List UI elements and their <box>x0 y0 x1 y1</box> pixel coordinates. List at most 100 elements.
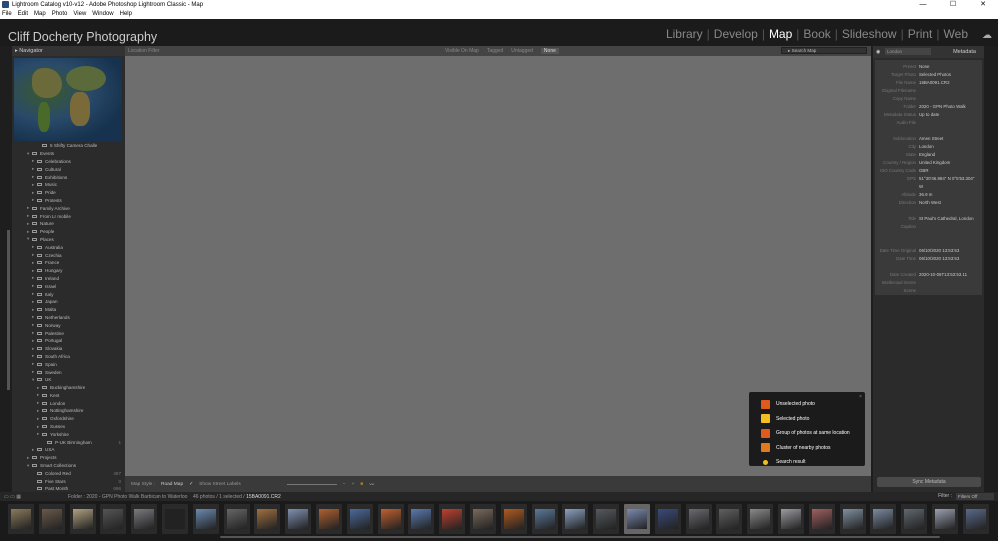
collection-item[interactable]: ▸ Spain <box>12 360 125 368</box>
filmstrip-thumbnail[interactable] <box>69 504 96 534</box>
module-print[interactable]: Print <box>908 27 933 41</box>
collection-item[interactable]: ▸ South Africa <box>12 353 125 361</box>
collection-item[interactable]: ▸ Kent <box>12 392 125 400</box>
menu-edit[interactable]: Edit <box>18 11 28 17</box>
metadata-value[interactable]: W <box>919 184 923 189</box>
metadata-header[interactable]: ◉ London Metadata <box>873 46 984 58</box>
filmstrip-thumbnail[interactable] <box>778 504 804 534</box>
filmstrip-thumbnail[interactable] <box>8 504 34 534</box>
filmstrip-thumbnail[interactable] <box>500 504 527 534</box>
close-button[interactable]: ✕ <box>968 0 998 9</box>
collection-item[interactable]: 5 Shifty Camera Challe <box>12 142 125 150</box>
metadata-value[interactable]: England <box>919 152 935 157</box>
collection-item[interactable]: ▸ Ireland <box>12 275 125 283</box>
filter-tagged[interactable]: Tagged <box>487 48 503 54</box>
filmstrip-thumbnail[interactable] <box>685 504 712 534</box>
collection-item[interactable]: ▸ Sussex <box>12 423 125 431</box>
maximize-button[interactable]: ☐ <box>938 0 968 9</box>
collection-item[interactable]: Past Month 696 <box>12 485 125 492</box>
collection-item[interactable]: ▸ Pride <box>12 189 125 197</box>
metadata-value[interactable]: 2020 - GPN Photo Walk <box>919 104 966 109</box>
collection-item[interactable]: ▸ Japan <box>12 298 125 306</box>
filmstrip-thumbnail[interactable] <box>747 504 774 534</box>
collection-item[interactable]: ▸ London <box>12 399 125 407</box>
collection-item[interactable]: ▸ Cultural <box>12 165 125 173</box>
zoom-in-button[interactable]: + <box>352 482 355 487</box>
filmstrip-thumbnail[interactable] <box>254 504 281 534</box>
collection-item[interactable]: Five Stars 0 <box>12 477 125 485</box>
filmstrip-thumbnail[interactable] <box>192 504 219 534</box>
filmstrip-thumbnail[interactable] <box>38 504 65 534</box>
navigator-map[interactable] <box>14 58 122 141</box>
collection-item[interactable]: ▸ USA <box>12 446 125 454</box>
collection-item[interactable]: ▸ Malta <box>12 306 125 314</box>
menu-file[interactable]: File <box>2 11 12 17</box>
filter-untagged[interactable]: Untagged <box>511 48 533 54</box>
filmstrip-thumbnail[interactable] <box>377 504 404 534</box>
collection-item[interactable]: ▸ Protests <box>12 197 125 205</box>
collection-item[interactable]: ▾ UK <box>12 376 125 384</box>
metadata-value[interactable]: United Kingdom <box>919 160 950 165</box>
collection-item[interactable]: ▸ Yorkshire <box>12 430 125 438</box>
module-web[interactable]: Web <box>944 27 968 41</box>
filmstrip-thumbnail[interactable] <box>562 504 589 534</box>
collection-item[interactable]: P-UK Birmingham 1 <box>12 438 125 446</box>
collection-item[interactable]: ▸ Celebrations <box>12 158 125 166</box>
metadata-value[interactable]: London <box>919 144 934 149</box>
navigator-header[interactable]: ▸ Navigator <box>12 46 125 56</box>
filmstrip-thumbnail[interactable] <box>901 504 928 534</box>
metadata-value[interactable]: North West <box>919 200 941 205</box>
right-panel-scrollbar[interactable] <box>986 46 998 492</box>
metadata-value[interactable]: GBR <box>919 168 929 173</box>
lock-icon[interactable]: ■ <box>360 482 363 487</box>
filmstrip-source[interactable]: Folder : 2020 - GPN Photo Walk Barbican … <box>68 494 281 500</box>
left-panel-scrollbar[interactable] <box>7 230 10 390</box>
collection-item[interactable]: ▸ Sweden <box>12 368 125 376</box>
filmstrip-thumbnail[interactable] <box>346 504 373 534</box>
collection-item[interactable]: ▾ Places <box>12 236 125 244</box>
show-labels-checkbox[interactable]: Show Street Labels <box>199 482 241 487</box>
collection-item[interactable]: ▸ Israel <box>12 282 125 290</box>
metadata-value[interactable]: St Paul's Cathedral, London <box>919 216 974 221</box>
filmstrip-thumbnail[interactable] <box>100 504 127 534</box>
filmstrip-thumbnail[interactable] <box>470 504 496 534</box>
search-map-input[interactable]: ▸ Search Map <box>781 47 867 54</box>
filmstrip-thumbnail[interactable] <box>932 504 958 534</box>
filmstrip-thumbnail[interactable] <box>870 504 897 534</box>
filmstrip-thumbnail[interactable] <box>408 504 435 534</box>
minimize-button[interactable]: — <box>908 0 938 9</box>
filmstrip-thumbnail[interactable] <box>716 504 743 534</box>
collection-item[interactable]: ▸ Czechia <box>12 251 125 259</box>
module-map[interactable]: Map <box>769 27 792 41</box>
metadata-value[interactable]: None <box>919 64 930 69</box>
collection-item[interactable]: ▸ Italy <box>12 290 125 298</box>
filmstrip-thumbnail[interactable] <box>624 504 650 534</box>
filmstrip-thumbnail[interactable] <box>839 504 866 534</box>
collection-item[interactable]: ▾ Events <box>12 150 125 158</box>
module-library[interactable]: Library <box>666 27 703 41</box>
legend-close-icon[interactable]: × <box>859 394 862 400</box>
collection-item[interactable]: ▸ Portugal <box>12 337 125 345</box>
collection-item[interactable]: ▸ Hungary <box>12 267 125 275</box>
metadata-value[interactable]: Amen Street <box>919 136 943 141</box>
collection-item[interactable]: ▸ Norway <box>12 321 125 329</box>
collection-item[interactable]: ▸ Buckinghamshire <box>12 384 125 392</box>
sync-metadata-button[interactable]: Sync Metadata <box>877 477 981 487</box>
metadata-value[interactable]: 51°30'46.894" N 0°5'53.304" <box>919 176 974 181</box>
map-style-select[interactable]: Road Map <box>161 482 183 487</box>
metadata-value[interactable]: Up to date <box>919 112 939 117</box>
module-book[interactable]: Book <box>803 27 830 41</box>
tracklog-icon[interactable]: 〰 <box>369 481 374 488</box>
cloud-sync-icon[interactable]: ☁ <box>982 30 992 41</box>
collection-item[interactable]: ▾ Smart Collections <box>12 462 125 470</box>
collection-item[interactable]: ▸ Palestine <box>12 329 125 337</box>
filmstrip-thumbnail[interactable] <box>593 504 620 534</box>
filter-select[interactable]: Filters Off <box>956 493 994 500</box>
collection-item[interactable]: ▸ Nature <box>12 220 125 228</box>
collection-item[interactable]: ▸ Oxfordshire <box>12 415 125 423</box>
collection-item[interactable]: ▸ Exhibitions <box>12 173 125 181</box>
menu-map[interactable]: Map <box>34 11 46 17</box>
filmstrip-scrollbar[interactable] <box>220 536 940 538</box>
metadata-value[interactable]: 15BA0091.CR2 <box>919 80 950 85</box>
collection-item[interactable]: ▸ People <box>12 228 125 236</box>
